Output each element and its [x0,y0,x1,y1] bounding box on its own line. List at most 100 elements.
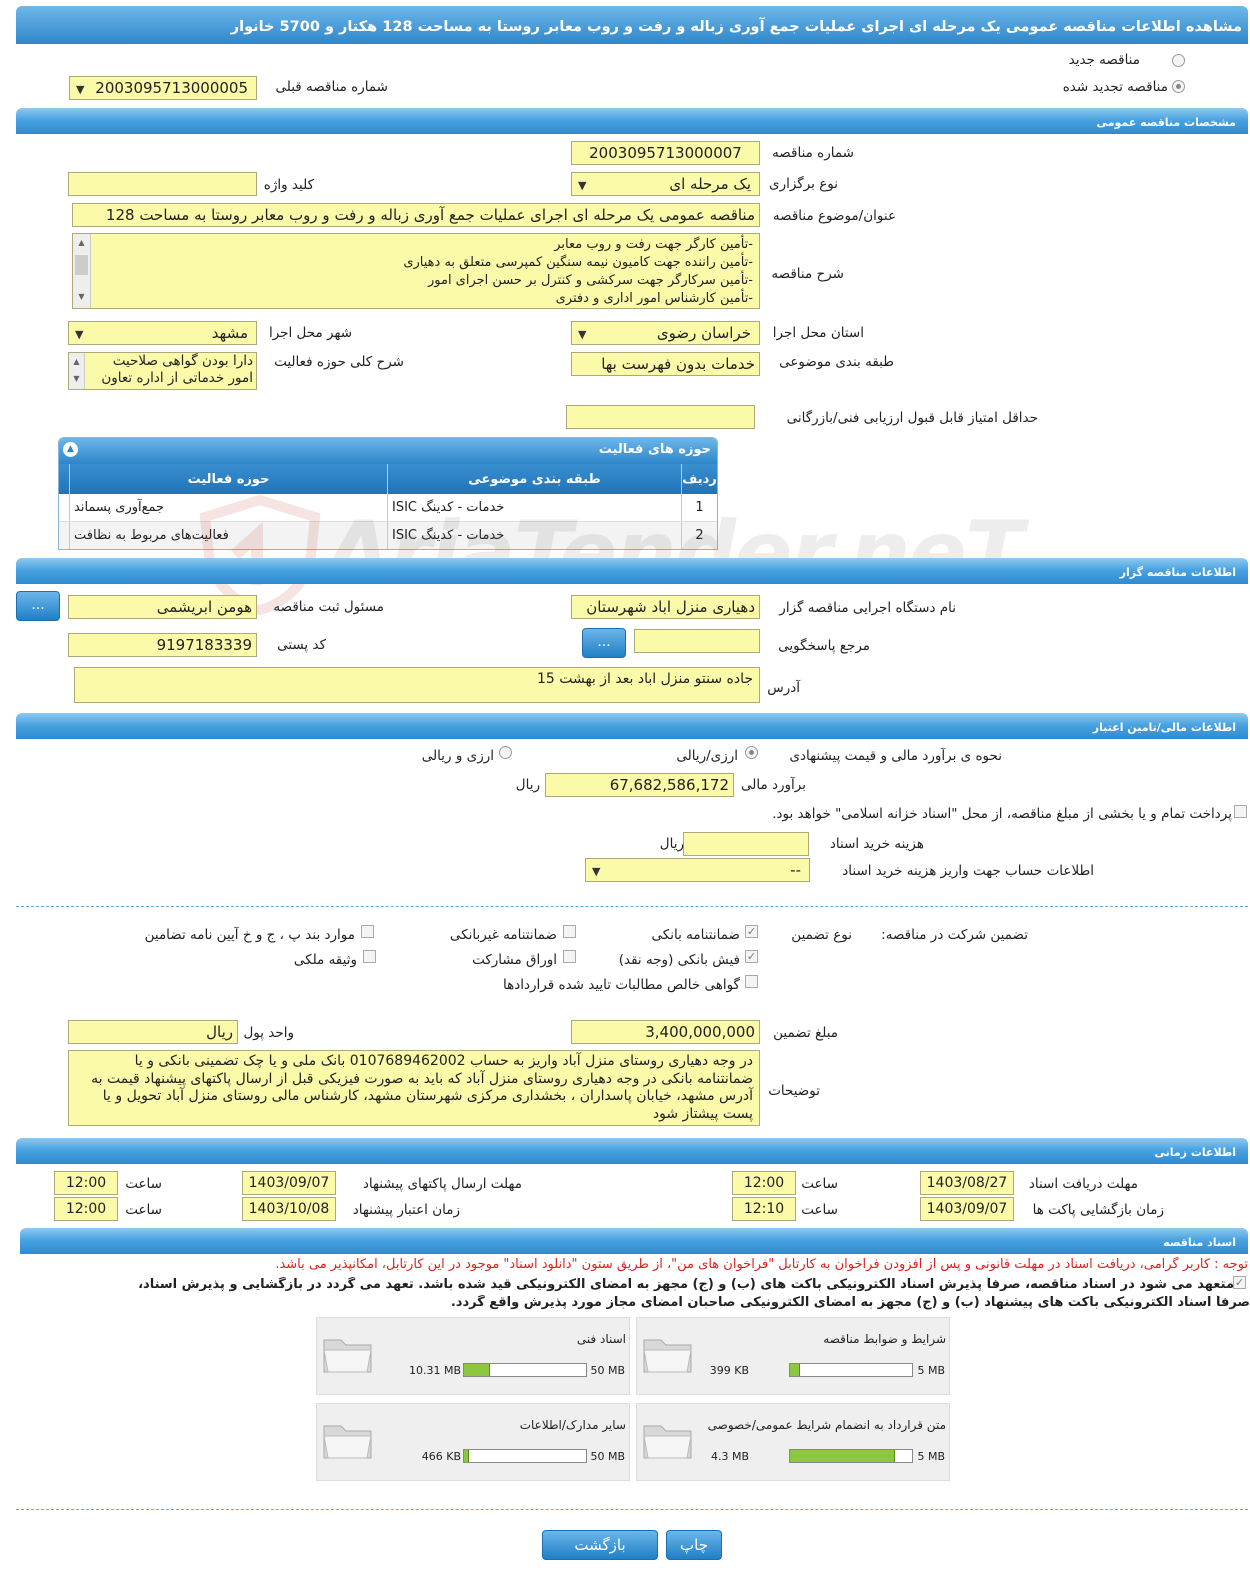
chevron-down-icon: ▼ [578,328,587,341]
validity-time-field[interactable]: 12:00 [54,1197,118,1221]
doc-cost-field[interactable] [683,832,809,856]
city-label: شهر محل اجرا [268,325,352,341]
subject-field[interactable]: مناقصه عمومی یک مرحله ای اجرای عملیات جم… [72,203,760,227]
bonds-label: اوراق مشارکت [472,952,557,968]
bank-guarantee-label: ضمانتنامه بانکی [651,927,741,943]
currency-option-label: ارزی و ریالی [421,748,494,764]
responsible-more-button[interactable]: ... [16,591,60,621]
postal-code-field[interactable]: 9197183339 [68,633,257,657]
bank-receipt-label: فیش بانکی (وجه نقد) [618,952,740,968]
document-name: متن قرارداد به انضمام شرایط عمومی/خصوصی [707,1418,946,1432]
city-select[interactable]: ▼ مشهد [68,321,257,345]
new-tender-radio[interactable] [1172,54,1185,67]
receivables-checkbox[interactable] [745,975,758,988]
document-name: اسناد فنی [576,1332,626,1346]
document-max-size: 50 MB [590,1364,625,1377]
description-label: شرح مناقصه [771,266,844,282]
document-progress-fill [790,1364,800,1376]
activity-grid: حوزه های فعالیت ▲ ردیف طبقه بندی موضوعی … [58,437,718,550]
estimate-field[interactable]: 67,682,586,172 [545,773,734,797]
responsible-field[interactable]: هومن ابریشمی [68,595,257,619]
document-card[interactable]: متن قرارداد به انضمام شرایط عمومی/خصوصی … [636,1403,950,1481]
treasury-text: پرداخت تمام و یا بخشی از مبلغ مناقصه، از… [772,806,1232,822]
document-card[interactable]: اسناد فنی 10.31 MB 50 MB [316,1317,630,1395]
description-scrollbar[interactable]: ▲ ▼ [73,234,91,308]
guarantee-type-label: نوع تضمین [791,927,852,943]
doc-cost-unit: ریال [659,836,684,852]
clauses-label: موارد بند پ ، ج و خ آیین نامه تضامین [144,927,355,943]
send-deadline-date-field[interactable]: 1403/09/07 [242,1171,336,1195]
document-progress-fill [464,1450,469,1462]
bank-guarantee-checkbox[interactable]: ✓ [745,925,758,938]
doc-cost-label: هزینه خرید اسناد [829,836,924,852]
document-card[interactable]: شرایط و ضوابط مناقصه 399 KB 5 MB [636,1317,950,1395]
document-progress-fill [464,1364,490,1376]
document-card[interactable]: سایر مدارک/اطلاعات 466 KB 50 MB [316,1403,630,1481]
keyword-label: کلید واژه [263,177,314,193]
opening-time-field[interactable]: 12:10 [732,1197,796,1221]
print-button[interactable]: چاپ [666,1530,722,1560]
category-label: طبقه بندی موضوعی [779,354,894,370]
bonds-checkbox[interactable] [563,950,576,963]
collapse-icon[interactable]: ▲ [63,442,78,457]
back-button[interactable]: بازگشت [542,1530,658,1560]
activity-desc-textarea[interactable]: ▲ ▼ دارا بودن گواهی صلاحیت امور خدماتی از… [68,352,257,390]
participation-guarantee-label: تضمین شرکت در مناقصه: [881,927,1028,943]
rial-option-radio[interactable] [745,746,758,759]
description-textarea[interactable]: ▲ ▼ -تأمین کارگر جهت رفت و روب معابر -تأم… [72,233,760,309]
table-row[interactable]: 2 خدمات - کدینگ ISIC فعالیت‌های مربوط به… [59,522,717,549]
folder-icon [323,1339,372,1373]
document-max-size: 50 MB [590,1450,625,1463]
documents-notice: توجه : کاربر گرامی، دریافت اسناد در مهلت… [275,1257,1248,1272]
reference-field[interactable] [634,629,760,653]
doc-receive-date-field[interactable]: 1403/08/27 [920,1171,1014,1195]
divider [16,906,1248,907]
renewed-tender-radio[interactable] [1172,80,1185,93]
guarantee-amount-field[interactable]: 3,400,000,000 [571,1020,760,1044]
estimate-label: برآورد مالی [740,777,806,793]
category-field[interactable]: خدمات بدون فهرست بها [571,352,760,376]
document-size: 466 KB [421,1450,461,1463]
opening-label: زمان بازگشایی پاکت ها [1032,1202,1164,1218]
description-line: -تأمین سرکارگر جهت سرکشی و کنترل بر حسن … [427,273,753,288]
non-bank-guarantee-checkbox[interactable] [563,925,576,938]
keyword-field[interactable] [68,172,257,196]
chevron-down-icon: ▼ [592,865,601,878]
org-name-field[interactable]: دهیاری منزل اباد شهرستان [571,595,760,619]
rial-option-label: ارزی/ریالی [676,748,738,764]
chevron-down-icon: ▼ [75,328,84,341]
validity-date-field[interactable]: 1403/10/08 [242,1197,336,1221]
activity-desc-line: دارا بودن گواهی صلاحیت [112,353,253,369]
min-score-field[interactable] [566,405,755,429]
address-label: آدرس [767,680,800,696]
opening-date-field[interactable]: 1403/09/07 [920,1197,1014,1221]
previous-number-select[interactable]: ▼ 2003095713000005 [69,76,257,100]
currency-unit-field[interactable]: ریال [68,1020,238,1044]
province-select[interactable]: ▼ خراسان رضوی [571,321,760,345]
document-size: 399 KB [709,1364,749,1377]
tender-number-label: شماره مناقصه [772,145,854,161]
activity-grid-header: ردیف طبقه بندی موضوعی حوزه فعالیت [59,464,717,494]
validity-time-label: ساعت [125,1202,162,1218]
currency-option-radio[interactable] [499,746,512,759]
table-row[interactable]: 1 خدمات - کدینگ ISIC جمع‌آوری پسماند [59,494,717,522]
account-select[interactable]: ▼ -- [585,858,810,882]
notes-field[interactable]: در وجه دهیاری روستای منزل آباد واریز به … [68,1050,760,1126]
reference-label: مرجع پاسخگویی [778,638,870,654]
holding-type-select[interactable]: ▼ یک مرحله ای [571,172,760,196]
send-deadline-time-field[interactable]: 12:00 [54,1171,118,1195]
folder-icon [643,1425,692,1459]
chevron-down-icon: ▼ [578,179,587,192]
doc-receive-time-field[interactable]: 12:00 [732,1171,796,1195]
commitment-checkbox[interactable]: ✓ [1233,1276,1246,1289]
send-deadline-time-label: ساعت [125,1176,162,1192]
clauses-checkbox[interactable] [361,925,374,938]
account-label: اطلاعات حساب جهت واریز هزینه خرید اسناد [842,863,1094,879]
bank-receipt-checkbox[interactable]: ✓ [745,950,758,963]
address-field[interactable]: جاده سنتو منزل اباد بعد از بهشت 15 [74,667,760,703]
treasury-checkbox[interactable] [1234,805,1247,818]
property-checkbox[interactable] [363,950,376,963]
tender-number-field[interactable]: 2003095713000007 [571,141,760,165]
reference-more-button[interactable]: ... [582,628,626,658]
activity-desc-scrollbar[interactable]: ▲ ▼ [69,353,85,389]
